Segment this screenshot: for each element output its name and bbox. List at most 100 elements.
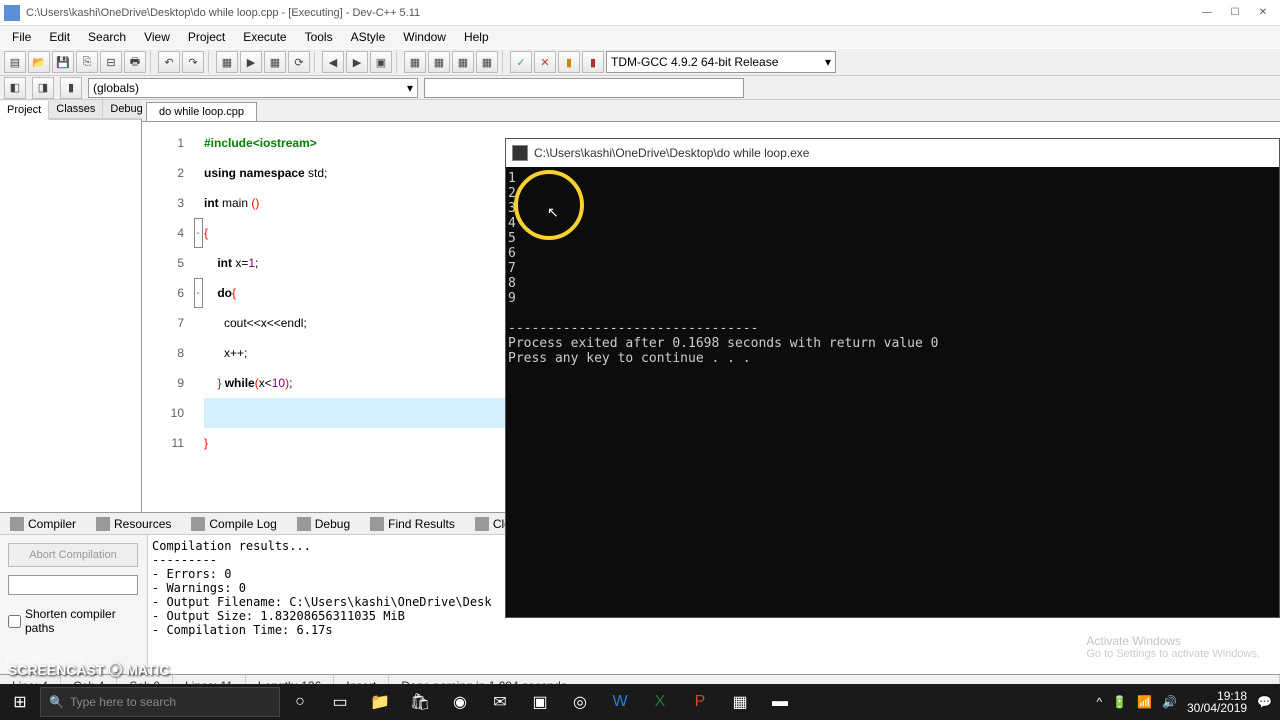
menu-bar: File Edit Search View Project Execute To… — [0, 26, 1280, 48]
main-toolbar: ▤ 📂 💾 ⎘ ⊟ 🖶 ↶ ↷ ▦ ▶ ▦ ⟳ ◀ ▶ ▣ ▦ ▦ ▦ ▦ ✓ … — [0, 48, 1280, 76]
cursor-icon: ↖ — [547, 204, 559, 221]
abort-compilation-button[interactable]: Abort Compilation — [8, 543, 138, 567]
menu-execute[interactable]: Execute — [235, 28, 294, 46]
battery-icon[interactable]: 🔋 — [1112, 695, 1127, 709]
save-all-button[interactable]: ⎘ — [76, 51, 98, 73]
close-button[interactable]: ✕ — [1250, 3, 1276, 23]
shorten-check[interactable] — [8, 615, 21, 628]
menu-tools[interactable]: Tools — [297, 28, 341, 46]
profile-button[interactable]: ▮ — [558, 51, 580, 73]
menu-file[interactable]: File — [4, 28, 39, 46]
console-icon — [512, 145, 528, 161]
system-tray[interactable]: ^ 🔋 📶 🔊 19:18 30/04/2019 💬 — [1096, 690, 1280, 714]
app-icon-1[interactable]: ▣ — [520, 684, 560, 720]
file-tab[interactable]: do while loop.cpp — [146, 102, 257, 121]
console-window[interactable]: C:\Users\kashi\OneDrive\Desktop\do while… — [505, 138, 1280, 618]
minimize-button[interactable]: — — [1194, 3, 1220, 23]
save-button[interactable]: 💾 — [52, 51, 74, 73]
btab-compiler[interactable]: Compiler — [4, 515, 82, 533]
explorer-icon[interactable]: 📁 — [360, 684, 400, 720]
menu-help[interactable]: Help — [456, 28, 497, 46]
start-button[interactable]: ⊞ — [0, 684, 40, 720]
word-icon[interactable]: W — [600, 684, 640, 720]
scope-selector[interactable]: (globals) ▾ — [88, 78, 418, 98]
menu-astyle[interactable]: AStyle — [343, 28, 394, 46]
btab-debug[interactable]: Debug — [291, 515, 356, 533]
tray-up-icon[interactable]: ^ — [1096, 695, 1102, 709]
maximize-button[interactable]: ☐ — [1222, 3, 1248, 23]
console-taskbar-icon[interactable]: ▬ — [760, 684, 800, 720]
excel-icon[interactable]: X — [640, 684, 680, 720]
chrome-icon[interactable]: ◉ — [440, 684, 480, 720]
menu-project[interactable]: Project — [180, 28, 233, 46]
title-bar: C:\Users\kashi\OneDrive\Desktop\do while… — [0, 0, 1280, 26]
tray-date: 30/04/2019 — [1187, 702, 1247, 714]
dropdown-icon: ▾ — [825, 55, 831, 69]
forward-button[interactable]: ▶ — [346, 51, 368, 73]
store-icon[interactable]: 🛍 — [400, 684, 440, 720]
btab-find[interactable]: Find Results — [364, 515, 461, 533]
menu-window[interactable]: Window — [395, 28, 454, 46]
recorder-brand: SCREENCAST ⦿ MATIC — [8, 660, 170, 680]
powerpoint-icon[interactable]: P — [680, 684, 720, 720]
close-icon — [475, 517, 489, 531]
member-selector[interactable] — [424, 78, 744, 98]
notifications-icon[interactable]: 💬 — [1257, 695, 1272, 709]
debug-icon — [297, 517, 311, 531]
volume-icon[interactable]: 🔊 — [1162, 695, 1177, 709]
goto-button-1[interactable]: ◧ — [4, 77, 26, 99]
app-icon-2[interactable]: ◎ — [560, 684, 600, 720]
btab-resources[interactable]: Resources — [90, 515, 177, 533]
search-icon: 🔍 — [49, 695, 64, 709]
mail-icon[interactable]: ✉ — [480, 684, 520, 720]
compile-button[interactable]: ▦ — [216, 51, 238, 73]
cortana-icon[interactable]: ○ — [280, 684, 320, 720]
taskbar[interactable]: ⊞ 🔍 Type here to search ○ ▭ 📁 🛍 ◉ ✉ ▣ ◎ … — [0, 684, 1280, 720]
search-placeholder: Type here to search — [70, 695, 176, 709]
filter-input[interactable] — [8, 575, 138, 595]
taskbar-search[interactable]: 🔍 Type here to search — [40, 687, 280, 717]
console-titlebar[interactable]: C:\Users\kashi\OneDrive\Desktop\do while… — [506, 139, 1279, 167]
goto-button-3[interactable]: ▮ — [60, 77, 82, 99]
fold-gutter: - - — [192, 122, 204, 512]
new-file-button[interactable]: ▤ — [4, 51, 26, 73]
dropdown-icon: ▾ — [407, 81, 413, 95]
menu-view[interactable]: View — [136, 28, 178, 46]
bookmark-button[interactable]: ▣ — [370, 51, 392, 73]
sidetab-project[interactable]: Project — [0, 101, 49, 120]
menu-search[interactable]: Search — [80, 28, 134, 46]
app-icon — [4, 5, 20, 21]
toggle-button-3[interactable]: ▦ — [452, 51, 474, 73]
compile-run-button[interactable]: ▦ — [264, 51, 286, 73]
shorten-paths-checkbox[interactable]: Shorten compiler paths — [8, 607, 139, 635]
print-button[interactable]: 🖶 — [124, 51, 146, 73]
menu-edit[interactable]: Edit — [41, 28, 78, 46]
undo-button[interactable]: ↶ — [158, 51, 180, 73]
goto-button-2[interactable]: ◨ — [32, 77, 54, 99]
fold-toggle[interactable]: - — [194, 278, 203, 308]
chart-button[interactable]: ▮ — [582, 51, 604, 73]
back-button[interactable]: ◀ — [322, 51, 344, 73]
devcpp-taskbar-icon[interactable]: ▦ — [720, 684, 760, 720]
line-gutter: 1234567891011 — [142, 122, 192, 512]
toggle-button-2[interactable]: ▦ — [428, 51, 450, 73]
toggle-button-1[interactable]: ▦ — [404, 51, 426, 73]
close-file-button[interactable]: ⊟ — [100, 51, 122, 73]
find-icon — [370, 517, 384, 531]
compiler-selector[interactable]: TDM-GCC 4.9.2 64-bit Release ▾ — [606, 51, 836, 73]
redo-button[interactable]: ↷ — [182, 51, 204, 73]
scope-toolbar: ◧ ◨ ▮ (globals) ▾ — [0, 76, 1280, 100]
debug-check-button[interactable]: ✓ — [510, 51, 532, 73]
debug-stop-button[interactable]: ✕ — [534, 51, 556, 73]
run-button[interactable]: ▶ — [240, 51, 262, 73]
taskview-icon[interactable]: ▭ — [320, 684, 360, 720]
btab-compile-log[interactable]: Compile Log — [185, 515, 282, 533]
fold-toggle[interactable]: - — [194, 218, 203, 248]
wifi-icon[interactable]: 📶 — [1137, 695, 1152, 709]
window-title: C:\Users\kashi\OneDrive\Desktop\do while… — [26, 7, 1194, 19]
activate-windows-watermark: Activate Windows Go to Settings to activ… — [1086, 634, 1260, 660]
sidetab-classes[interactable]: Classes — [49, 100, 103, 119]
open-button[interactable]: 📂 — [28, 51, 50, 73]
toggle-button-4[interactable]: ▦ — [476, 51, 498, 73]
rebuild-button[interactable]: ⟳ — [288, 51, 310, 73]
